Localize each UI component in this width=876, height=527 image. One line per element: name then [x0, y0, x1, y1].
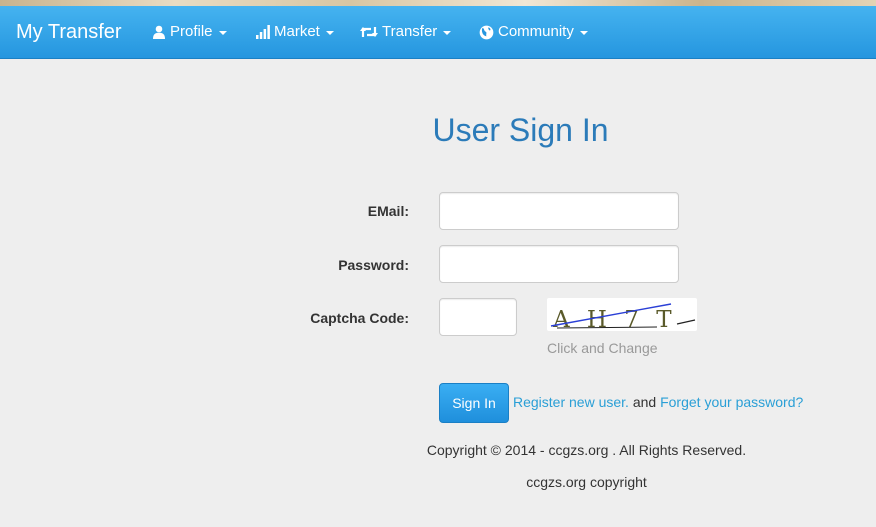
- nav-transfer[interactable]: Transfer: [360, 6, 452, 58]
- nav-market[interactable]: Market: [256, 6, 334, 58]
- email-field[interactable]: [439, 192, 679, 230]
- captcha-refresh-hint[interactable]: Click and Change: [547, 340, 658, 356]
- chevron-down-icon: [325, 31, 334, 35]
- footer-tagline-row: ccgzs.org copyright: [0, 474, 876, 490]
- copyright-row: Copyright © 2014 - ccgzs.org . All Right…: [0, 442, 876, 458]
- captcha-image[interactable]: A H 7 T: [547, 298, 697, 333]
- register-link[interactable]: Register new user.: [513, 394, 629, 410]
- nav-community[interactable]: Community: [479, 6, 588, 58]
- retweet-icon: [360, 25, 382, 39]
- signal-bars-icon: [256, 25, 274, 39]
- captcha-field[interactable]: [439, 298, 517, 336]
- nav-transfer-label: Transfer: [382, 23, 438, 40]
- chevron-down-icon: [579, 31, 588, 35]
- page-title: User Sign In: [432, 112, 609, 148]
- nav-market-label: Market: [274, 23, 320, 40]
- nav-profile[interactable]: Profile: [152, 6, 227, 58]
- brand-link[interactable]: My Transfer: [16, 6, 122, 58]
- captcha-label: Captcha Code:: [310, 310, 409, 326]
- email-label: EMail:: [367, 203, 409, 219]
- password-field[interactable]: [439, 245, 679, 283]
- navbar: My Transfer Profile Market Transfer Comm…: [0, 6, 876, 59]
- nav-profile-label: Profile: [170, 23, 213, 40]
- chevron-down-icon: [218, 31, 227, 35]
- forgot-password-link[interactable]: Forget your password?: [660, 394, 803, 410]
- nav-community-label: Community: [498, 23, 574, 40]
- globe-icon: [479, 25, 498, 40]
- sign-in-button[interactable]: Sign In: [439, 383, 509, 423]
- account-links: Register new user. and Forget your passw…: [513, 394, 803, 410]
- chevron-down-icon: [443, 31, 452, 35]
- copyright-text: Copyright © 2014 - ccgzs.org . All Right…: [426, 442, 747, 458]
- user-icon: [152, 25, 170, 39]
- password-label: Password:: [338, 257, 409, 273]
- footer-tagline: ccgzs.org copyright: [526, 474, 647, 490]
- and-text: and: [632, 394, 657, 410]
- captcha-image-graphic: A H 7 T: [550, 303, 696, 333]
- page-title-row: User Sign In: [0, 112, 876, 149]
